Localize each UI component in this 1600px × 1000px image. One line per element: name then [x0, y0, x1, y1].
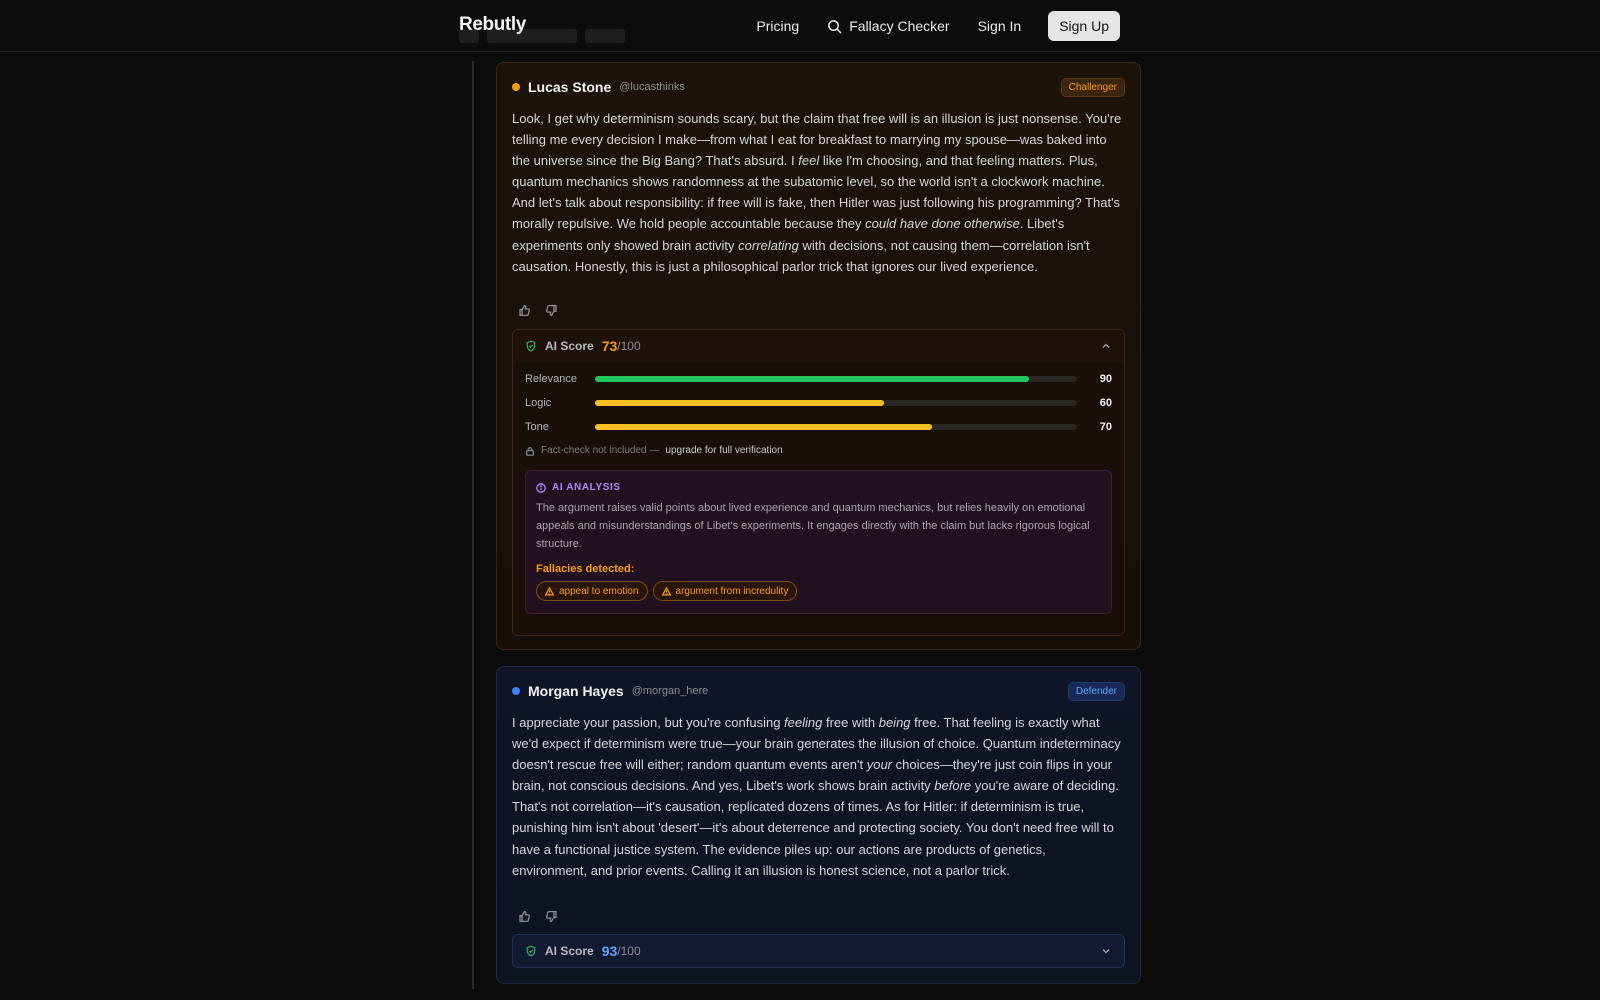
- author-name[interactable]: Lucas Stone: [528, 79, 611, 95]
- metric-bar-track: [595, 400, 1077, 406]
- author-name[interactable]: Morgan Hayes: [528, 683, 624, 699]
- sign-up-button[interactable]: Sign Up: [1048, 11, 1120, 41]
- thread-connector-line: [472, 61, 474, 989]
- thumbs-down-icon[interactable]: [545, 910, 558, 923]
- argument-card-challenger: Lucas Stone @lucasthinks Challenger Look…: [496, 62, 1141, 650]
- ai-score-label: AI Score: [545, 944, 594, 958]
- argument-text: I appreciate your passion, but you're co…: [512, 715, 1121, 878]
- metric-label: Relevance: [525, 373, 577, 385]
- metric-label: Logic: [525, 397, 552, 409]
- ai-score-max: /100: [617, 944, 641, 958]
- fallacies-heading: Fallacies detected:: [536, 563, 635, 575]
- fallacy-tag-label: appeal to emotion: [559, 585, 639, 597]
- ai-score-toggle[interactable]: AI Score 93 /100: [512, 934, 1125, 968]
- author-handle[interactable]: @morgan_here: [632, 685, 709, 697]
- thumbs-up-icon[interactable]: [518, 304, 531, 317]
- chevron-up-icon[interactable]: [1100, 340, 1112, 352]
- nav-pricing-link[interactable]: Pricing: [756, 18, 799, 34]
- nav-pricing-label: Pricing: [756, 18, 800, 34]
- nav-fallacy-checker-label: Fallacy Checker: [849, 18, 950, 34]
- ai-score-value: 73: [601, 338, 618, 354]
- shield-check-icon: [526, 945, 536, 957]
- fallacy-tag-label: argument from incredulity: [675, 585, 789, 597]
- ai-analysis-box: AI ANALYSIS The argument raises valid po…: [525, 470, 1112, 614]
- ai-score-value: 93: [601, 943, 618, 959]
- metric-value: 90: [1099, 373, 1112, 385]
- metric-value: 70: [1099, 421, 1112, 433]
- metric-bar-fill: [595, 400, 885, 406]
- main-nav: Pricing Fallacy Checker Sign In Sign Up: [728, 11, 1120, 41]
- nav-fallacy-checker-link[interactable]: Fallacy Checker: [827, 18, 950, 34]
- card-header: Morgan Hayes @morgan_here Defender: [512, 681, 1125, 701]
- top-navigation-bar: Rebutly Pricing Fallacy Checker Sign In …: [0, 0, 1600, 52]
- metric-relevance: Relevance 90: [525, 372, 1112, 386]
- side-indicator-dot: [512, 687, 520, 695]
- lock-icon: [526, 446, 534, 456]
- metric-bar-fill: [595, 424, 933, 430]
- metric-bar-track: [595, 424, 1077, 430]
- chevron-down-icon[interactable]: [1100, 945, 1112, 957]
- metric-logic: Logic 60: [525, 396, 1112, 410]
- thumbs-up-icon[interactable]: [518, 910, 531, 923]
- argument-card-defender: Morgan Hayes @morgan_here Defender I app…: [496, 666, 1141, 984]
- side-indicator-dot: [512, 83, 520, 91]
- nav-sign-in-link[interactable]: Sign In: [978, 18, 1022, 34]
- faded-breadcrumb: [459, 27, 659, 45]
- factcheck-note: Fact-check not included —: [541, 445, 660, 456]
- ai-score-toggle[interactable]: AI Score 73 /100: [512, 329, 1125, 363]
- vote-controls: [518, 304, 558, 317]
- role-badge: Defender: [1067, 681, 1125, 701]
- fallacy-tag-list: appeal to emotion argument from incredul…: [536, 581, 798, 601]
- ai-analysis-title: AI ANALYSIS: [552, 482, 621, 493]
- metric-bar-track: [595, 376, 1077, 382]
- factcheck-notice: Fact-check not included — upgrade for fu…: [525, 445, 783, 456]
- warning-icon: [661, 586, 671, 595]
- argument-text: Look, I get why determinism sounds scary…: [512, 111, 1122, 274]
- nav-sign-in-label: Sign In: [977, 18, 1022, 34]
- vote-controls: [518, 910, 558, 923]
- search-icon: [828, 19, 842, 33]
- metric-tone: Tone 70: [525, 420, 1112, 434]
- ai-analysis-text: The argument raises valid points about l…: [536, 502, 1090, 550]
- shield-check-icon: [526, 340, 536, 352]
- ai-score-max: /100: [617, 339, 641, 353]
- ai-score-details: Relevance 90 Logic 60 Tone 70 Fact-check…: [512, 362, 1125, 636]
- thumbs-down-icon[interactable]: [545, 304, 558, 317]
- warning-icon: [545, 586, 554, 595]
- metric-bar-fill: [595, 376, 1029, 382]
- ai-score-label: AI Score: [545, 339, 594, 353]
- metric-label: Tone: [525, 421, 549, 433]
- fallacy-tag[interactable]: argument from incredulity: [652, 581, 798, 601]
- card-header: Lucas Stone @lucasthinks Challenger: [512, 77, 1125, 97]
- metric-value: 60: [1099, 397, 1112, 409]
- ai-analysis-heading: AI ANALYSIS: [536, 482, 621, 493]
- factcheck-upgrade-link[interactable]: upgrade for full verification: [665, 445, 782, 456]
- role-badge: Challenger: [1060, 77, 1125, 97]
- fallacy-tag[interactable]: appeal to emotion: [536, 581, 648, 601]
- author-handle[interactable]: @lucasthinks: [619, 81, 685, 93]
- info-icon: [536, 482, 546, 493]
